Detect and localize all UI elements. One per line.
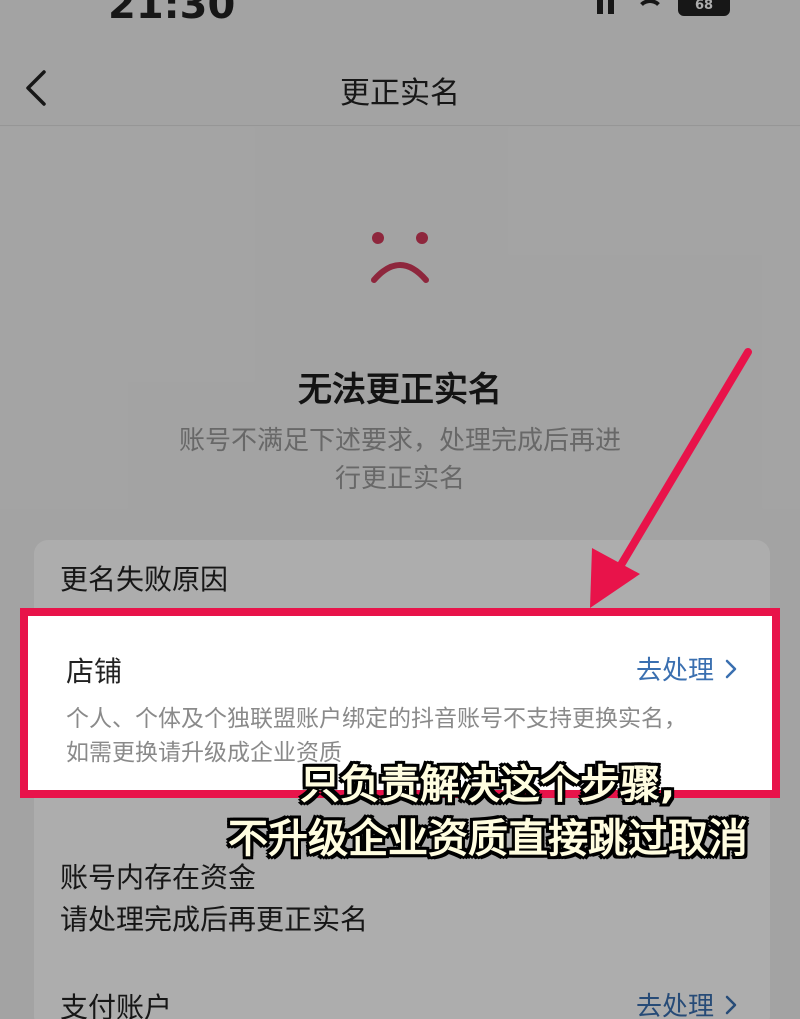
annotation-caption-line2: 不升级企业资质直接跳过取消	[228, 816, 748, 862]
shop-action-link[interactable]: 去处理	[636, 650, 738, 687]
page-title: 更正实名	[340, 76, 460, 111]
signal-icon	[597, 0, 614, 14]
payment-action-link[interactable]: 去处理	[636, 986, 738, 1019]
nav-bar: 更正实名	[0, 50, 800, 126]
payment-action-label: 去处理	[635, 992, 714, 1019]
status-bar: 21:30 68	[0, 0, 800, 28]
funds-title: 账号内存在资金	[60, 861, 257, 894]
status-time: 21:30	[108, 0, 236, 28]
chevron-right-icon	[725, 995, 737, 1014]
shop-title: 店铺	[66, 655, 123, 688]
status-icons: 68	[597, 0, 730, 16]
reason-header: 更名失败原因	[60, 563, 229, 596]
result-title: 无法更正实名	[298, 370, 502, 410]
payment-title: 支付账户	[60, 991, 173, 1019]
funds-description: 请处理完成后再更正实名	[60, 903, 369, 936]
annotation-caption-line1: 只负责解决这个步骤,	[300, 762, 676, 808]
battery-icon: 68	[678, 0, 730, 16]
sad-face-icon	[371, 232, 429, 283]
result-description: 账号不满足下述要求，处理完成后再进行更正实名	[178, 426, 621, 494]
chevron-right-icon	[725, 659, 737, 678]
screen: 21:30 68 更正实名 无法更正实名 账号不满足下述要求，处理完成后再进行更…	[0, 0, 800, 1019]
shop-action-label: 去处理	[635, 656, 714, 686]
wifi-icon	[632, 0, 660, 13]
